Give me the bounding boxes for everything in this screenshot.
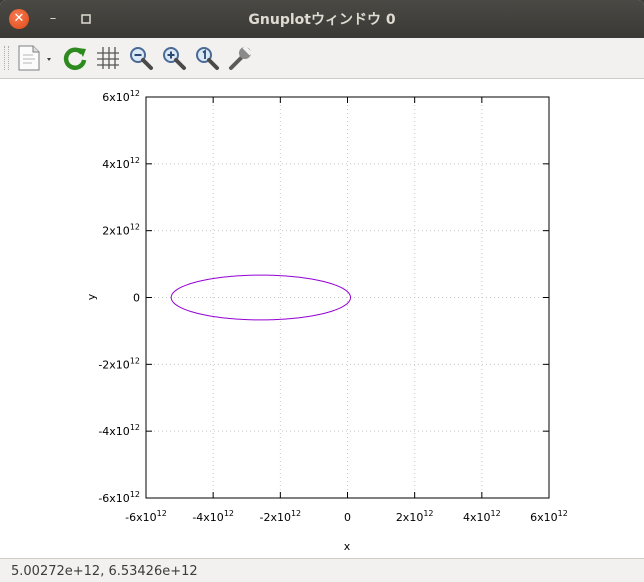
tick-labels: -6x1012 -4x1012 -2x1012 0 2x1012 4x1012 6x1012… — [98, 89, 568, 524]
config-button[interactable] — [225, 42, 255, 74]
zoom-fit-icon — [196, 47, 219, 70]
autoscale-button[interactable] — [192, 42, 222, 74]
zoom-in-button[interactable] — [159, 42, 189, 74]
grid-icon — [97, 47, 119, 69]
zoom-out-button[interactable] — [126, 42, 156, 74]
x-tick-label: -4x1012 — [192, 509, 234, 524]
replot-button[interactable] — [60, 42, 90, 74]
x-axis-label: x — [344, 540, 351, 553]
copy-to-clipboard-button[interactable] — [12, 42, 58, 74]
toggle-grid-button[interactable] — [93, 42, 123, 74]
maximize-button[interactable] — [76, 9, 96, 29]
close-button[interactable]: ✕ — [9, 9, 29, 29]
title-bar[interactable]: Gnuplotウィンドウ 0 ✕ – — [0, 0, 644, 38]
y-tick-label: -4x1012 — [98, 423, 140, 438]
grid-lines — [146, 97, 549, 498]
y-axis-label: y — [85, 293, 98, 300]
y-tick-label: 4x1012 — [102, 156, 140, 171]
status-bar: 5.00272e+12, 6.53426e+12 — [0, 558, 644, 582]
wrench-icon — [229, 45, 253, 70]
gnuplot-window: Gnuplotウィンドウ 0 ✕ – -6x1012 -4x1012 -2x10… — [0, 0, 644, 582]
toolbar-grip[interactable] — [4, 46, 9, 70]
maximize-icon — [81, 14, 91, 24]
window-title: Gnuplotウィンドウ 0 — [248, 12, 396, 28]
y-tick-label: -2x1012 — [98, 356, 140, 371]
minimize-button[interactable]: – — [43, 9, 63, 29]
document-icon — [18, 45, 51, 71]
y-tick-label: -6x1012 — [98, 490, 140, 505]
x-tick-label: -6x1012 — [125, 509, 167, 524]
x-tick-label: 2x1012 — [396, 509, 434, 524]
x-tick-label: 4x1012 — [463, 509, 501, 524]
y-tick-label: 6x1012 — [102, 89, 140, 104]
zoom-out-icon — [130, 47, 153, 70]
zoom-in-icon — [163, 47, 186, 70]
y-tick-label: 2x1012 — [102, 223, 140, 238]
x-tick-label: 6x1012 — [530, 509, 568, 524]
x-tick-label: -2x1012 — [259, 509, 301, 524]
cursor-coordinates: 5.00272e+12, 6.53426e+12 — [11, 564, 198, 579]
plot-canvas[interactable]: -6x1012 -4x1012 -2x1012 0 2x1012 4x1012 6x1012… — [0, 79, 644, 558]
refresh-icon — [63, 47, 87, 70]
y-tick-label: 0 — [133, 292, 140, 305]
x-tick-label: 0 — [344, 511, 351, 524]
toolbar — [0, 38, 644, 79]
plot-area[interactable]: -6x1012 -4x1012 -2x1012 0 2x1012 4x1012 6x1012… — [0, 79, 644, 558]
